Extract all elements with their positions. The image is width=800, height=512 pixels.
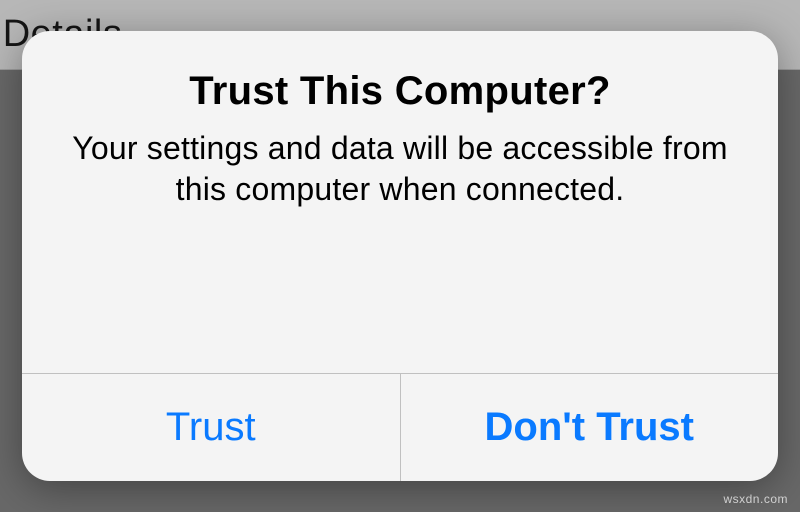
trust-computer-alert: Trust This Computer? Your settings and d… [22,31,778,481]
dont-trust-button[interactable]: Don't Trust [400,374,779,481]
alert-title: Trust This Computer? [189,69,611,114]
alert-message: Your settings and data will be accessibl… [72,128,728,210]
alert-button-row: Trust Don't Trust [22,373,778,481]
watermark-text: wsxdn.com [723,492,788,506]
alert-content: Trust This Computer? Your settings and d… [22,31,778,373]
trust-button[interactable]: Trust [22,374,400,481]
